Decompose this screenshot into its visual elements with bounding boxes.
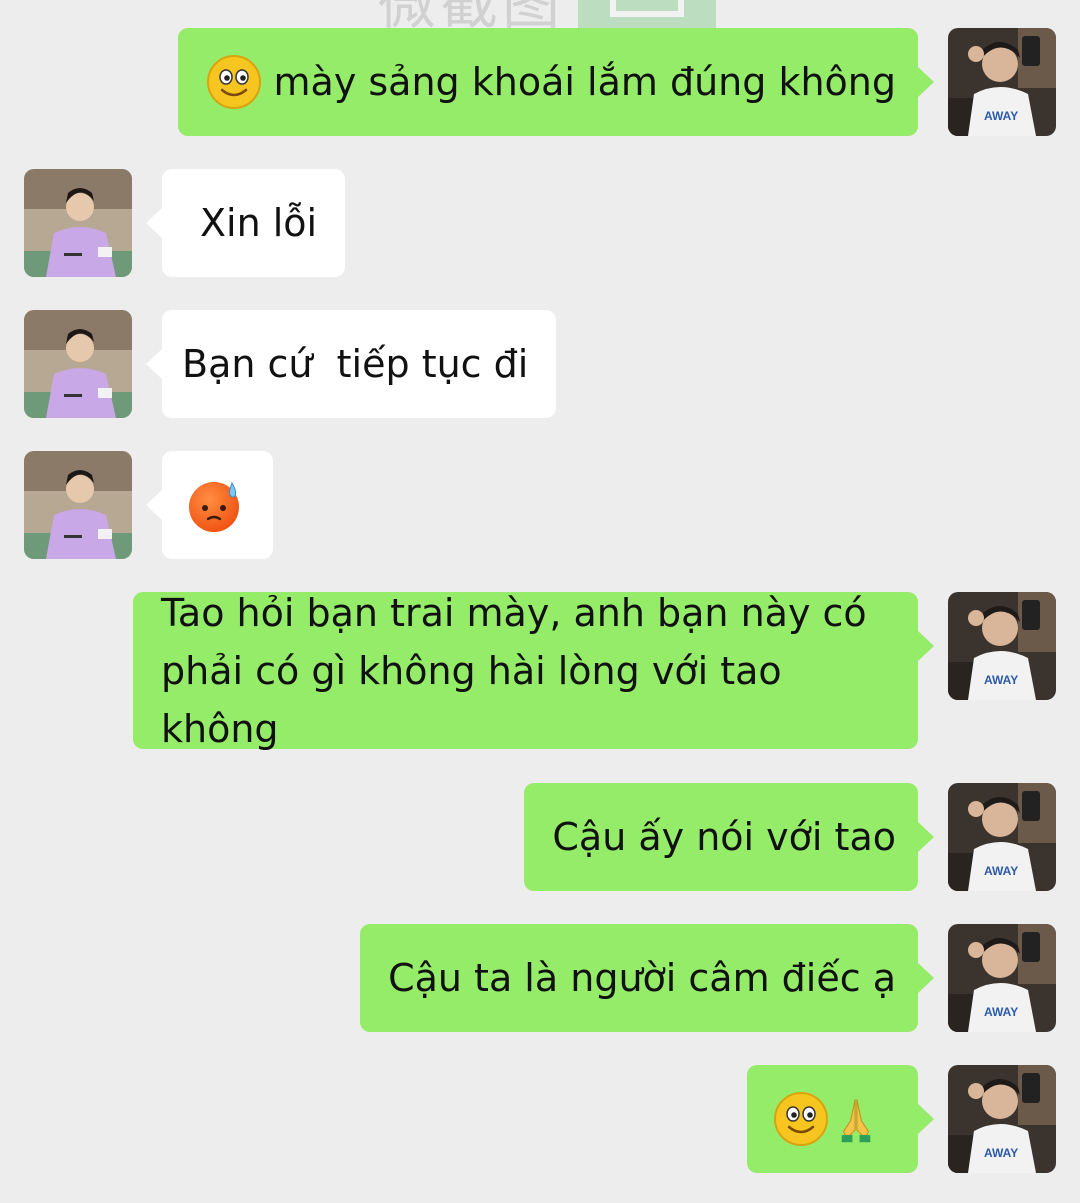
- svg-text:AWAY: AWAY: [984, 1005, 1018, 1019]
- chat-message: AWAY: [0, 1065, 1080, 1173]
- svg-text:AWAY: AWAY: [984, 109, 1018, 123]
- message-text: Bạn cứ tiếp tục đi: [182, 342, 529, 386]
- message-bubble[interactable]: Xin lỗi: [145, 169, 346, 277]
- anxious-sweat-emoji-icon: [189, 481, 239, 532]
- message-text: Cậu ta là người câm điếc ạ: [388, 956, 896, 1000]
- self-avatar-image: AWAY: [948, 1065, 1056, 1173]
- message-text: Tao hỏi bạn trai mày, anh bạn này có phả…: [161, 590, 879, 751]
- self-avatar-image: AWAY: [948, 783, 1056, 891]
- chat-message: Tao hỏi bạn trai mày, anh bạn này có phả…: [0, 591, 1080, 751]
- self-avatar[interactable]: AWAY: [948, 924, 1056, 1032]
- message-text: mày sảng khoái lắm đúng không: [273, 60, 896, 104]
- self-avatar[interactable]: AWAY: [948, 28, 1056, 136]
- smile-emoji-icon: [774, 1092, 828, 1146]
- contact-avatar-image: [24, 169, 132, 277]
- chat-message: Cậu ấy nói với tao AWAY: [0, 783, 1080, 891]
- svg-text:AWAY: AWAY: [984, 673, 1018, 687]
- pray-hands-emoji-icon: [841, 1099, 871, 1143]
- contact-avatar[interactable]: [24, 169, 132, 277]
- message-text: Xin lỗi: [200, 201, 318, 245]
- self-avatar[interactable]: AWAY: [948, 783, 1056, 891]
- chat-message: Xin lỗi: [0, 169, 1080, 277]
- message-bubble[interactable]: [146, 451, 273, 559]
- self-avatar-image: AWAY: [948, 28, 1056, 136]
- message-bubble[interactable]: Bạn cứ tiếp tục đi: [145, 310, 557, 418]
- smile-emoji-icon: [206, 55, 261, 109]
- contact-avatar-image: [24, 310, 132, 418]
- svg-text:AWAY: AWAY: [984, 1146, 1018, 1160]
- message-text: Cậu ấy nói với tao: [552, 815, 896, 859]
- message-bubble[interactable]: Cậu ấy nói với tao: [524, 783, 934, 891]
- message-bubble[interactable]: Cậu ta là người câm điếc ạ: [360, 924, 934, 1032]
- chat-message: [0, 451, 1080, 559]
- contact-avatar[interactable]: [24, 451, 132, 559]
- svg-text:AWAY: AWAY: [984, 864, 1018, 878]
- self-avatar[interactable]: AWAY: [948, 1065, 1056, 1173]
- self-avatar[interactable]: AWAY: [948, 592, 1056, 700]
- message-bubble[interactable]: Tao hỏi bạn trai mày, anh bạn này có phả…: [133, 591, 934, 751]
- message-bubble[interactable]: mày sảng khoái lắm đúng không: [177, 28, 935, 136]
- chat-message: mày sảng khoái lắm đúng không AWAY: [0, 28, 1080, 136]
- self-avatar-image: AWAY: [948, 592, 1056, 700]
- message-bubble[interactable]: [747, 1065, 934, 1173]
- chat-message: Bạn cứ tiếp tục đi: [0, 310, 1080, 418]
- contact-avatar[interactable]: [24, 310, 132, 418]
- self-avatar-image: AWAY: [948, 924, 1056, 1032]
- contact-avatar-image: [24, 451, 132, 559]
- chat-message: Cậu ta là người câm điếc ạ AWAY: [0, 924, 1080, 1032]
